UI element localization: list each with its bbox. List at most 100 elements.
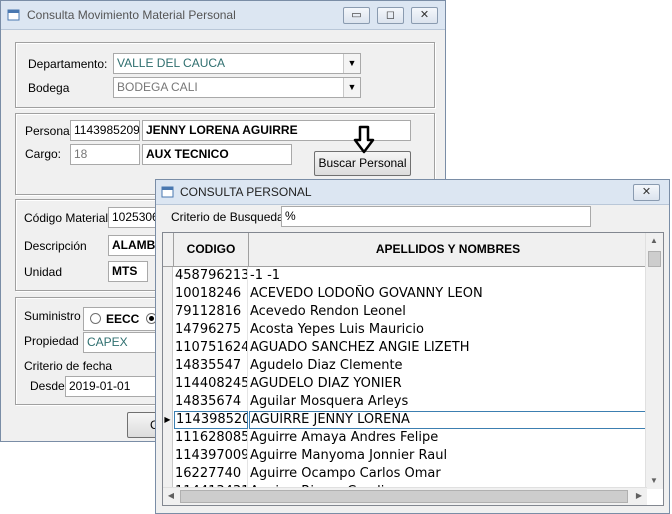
criterio-fecha-label: Criterio de fecha <box>24 359 113 373</box>
row-selector[interactable] <box>163 375 173 393</box>
column-header-codigo[interactable]: CODIGO <box>174 233 249 266</box>
cell-nombre[interactable]: AGUDELO DIAZ YONIER <box>249 375 648 393</box>
cell-nombre[interactable]: Aguirre Ocampo Carlos Omar <box>249 465 648 483</box>
chevron-down-icon[interactable]: ▼ <box>343 54 360 73</box>
row-header-corner <box>163 233 174 266</box>
cell-nombre[interactable]: AGUADO SANCHEZ ANGIE LIZETH <box>249 339 648 357</box>
current-row-indicator-icon[interactable]: ▶ <box>163 411 173 429</box>
table-row[interactable]: 111628085 Aguirre Amaya Andres Felipe <box>163 429 647 447</box>
app-icon <box>161 186 174 198</box>
bodega-label: Bodega <box>28 81 70 95</box>
propiedad-field[interactable]: CAPEX <box>83 332 163 353</box>
scroll-thumb-horizontal[interactable] <box>180 490 628 503</box>
desde-label: Desde <box>30 379 65 393</box>
cargo-code-field[interactable]: 18 <box>70 144 140 165</box>
row-selector[interactable] <box>163 339 173 357</box>
departamento-value: VALLE DEL CAUCA <box>117 56 226 70</box>
cell-codigo[interactable]: 14835547 <box>174 357 248 375</box>
cargo-label: Cargo: <box>25 147 62 161</box>
cell-codigo[interactable]: 110751624 <box>174 339 248 357</box>
close-button[interactable]: ✕ <box>633 184 660 201</box>
row-selector[interactable] <box>163 357 173 375</box>
cell-nombre[interactable]: Acevedo Rendon Leonel <box>249 303 648 321</box>
suministro-label: Suministro <box>24 309 81 323</box>
row-selector[interactable] <box>163 321 173 339</box>
cell-codigo[interactable]: 14796275 <box>174 321 248 339</box>
table-row[interactable]: 10018246 ACEVEDO LODOÑO GOVANNY LEON <box>163 285 647 303</box>
cell-codigo[interactable]: 14835674 <box>174 393 248 411</box>
bodega-select[interactable]: BODEGA CALI ▼ <box>113 77 361 98</box>
criterio-busqueda-input[interactable]: % <box>281 206 591 227</box>
cell-codigo[interactable]: 16227740 <box>174 465 248 483</box>
row-selector[interactable] <box>163 393 173 411</box>
personal-code-field[interactable]: 1143985209 <box>70 120 140 141</box>
cell-codigo[interactable]: 114408245 <box>174 375 248 393</box>
table-row[interactable]: 110751624 AGUADO SANCHEZ ANGIE LIZETH <box>163 339 647 357</box>
cell-codigo[interactable]: 111628085 <box>174 429 248 447</box>
table-row[interactable]: 114397009 Aguirre Manyoma Jonnier Raul <box>163 447 647 465</box>
cell-nombre[interactable]: Aguirre Manyoma Jonnier Raul <box>249 447 648 465</box>
window-title: CONSULTA PERSONAL <box>180 185 312 199</box>
propiedad-label: Propiedad <box>24 334 79 348</box>
cell-nombre[interactable]: Acosta Yepes Luis Mauricio <box>249 321 648 339</box>
title-bar[interactable]: CONSULTA PERSONAL ✕ <box>156 180 669 205</box>
row-selector[interactable] <box>163 429 173 447</box>
cell-nombre[interactable]: Agudelo Diaz Clemente <box>249 357 648 375</box>
cell-codigo[interactable]: 114397009 <box>174 447 248 465</box>
table-row[interactable]: 14835547 Agudelo Diaz Clemente <box>163 357 647 375</box>
cell-nombre[interactable]: Aguilar Mosquera Arleys <box>249 393 648 411</box>
arrow-down-icon <box>353 125 375 154</box>
row-selector[interactable] <box>163 267 173 285</box>
table-row[interactable]: 14835674 Aguilar Mosquera Arleys <box>163 393 647 411</box>
row-selector[interactable] <box>163 447 173 465</box>
row-selector[interactable] <box>163 285 173 303</box>
scroll-up-icon[interactable]: ▲ <box>646 233 662 249</box>
codigo-material-label: Código Material <box>24 211 109 225</box>
scroll-thumb[interactable] <box>648 251 661 267</box>
row-selector[interactable] <box>163 465 173 483</box>
cell-codigo[interactable]: 1143985209 <box>174 411 248 429</box>
descripcion-label: Descripción <box>24 239 87 253</box>
departamento-label: Departamento: <box>28 57 108 71</box>
table-row[interactable]: 14796275 Acosta Yepes Luis Mauricio <box>163 321 647 339</box>
table-row[interactable]: 16227740 Aguirre Ocampo Carlos Omar <box>163 465 647 483</box>
cell-codigo[interactable]: 458796213 <box>174 267 248 285</box>
unidad-label: Unidad <box>24 265 63 279</box>
eecc-label: EECC <box>106 312 140 326</box>
unidad-field[interactable]: MTS <box>108 261 148 282</box>
close-button[interactable]: ✕ <box>411 7 438 24</box>
cell-nombre[interactable]: ACEVEDO LODOÑO GOVANNY LEON <box>249 285 648 303</box>
chevron-down-icon[interactable]: ▼ <box>343 78 360 97</box>
personal-label: Personal <box>25 124 73 138</box>
buscar-personal-label: Buscar Personal <box>318 156 407 170</box>
departamento-select[interactable]: VALLE DEL CAUCA ▼ <box>113 53 361 74</box>
table-row[interactable]: 79112816 Acevedo Rendon Leonel <box>163 303 647 321</box>
maximize-button[interactable]: ◻ <box>377 7 404 24</box>
table-row[interactable]: 458796213 -1 -1 <box>163 267 647 285</box>
cell-codigo[interactable]: 10018246 <box>174 285 248 303</box>
ubicacion-group <box>15 42 435 108</box>
column-header-nombres[interactable]: APELLIDOS Y NOMBRES <box>249 233 647 266</box>
eecc-radio[interactable] <box>90 313 101 324</box>
table-row[interactable]: 114408245 AGUDELO DIAZ YONIER <box>163 375 647 393</box>
app-icon <box>7 9 20 21</box>
horizontal-scrollbar[interactable]: ◀ ▶ <box>163 487 647 505</box>
scroll-right-icon[interactable]: ▶ <box>631 488 647 504</box>
scroll-down-icon[interactable]: ▼ <box>646 473 662 489</box>
vertical-scrollbar[interactable]: ▲ ▼ <box>645 233 663 489</box>
desde-date-field[interactable]: 2019-01-01 <box>65 376 165 397</box>
cell-codigo[interactable]: 79112816 <box>174 303 248 321</box>
criterio-busqueda-label: Criterio de Busqueda: <box>171 210 288 224</box>
title-bar[interactable]: Consulta Movimiento Material Personal ▭ … <box>1 1 445 30</box>
scroll-left-icon[interactable]: ◀ <box>163 488 179 504</box>
cargo-name-field[interactable]: AUX TECNICO <box>142 144 292 165</box>
row-selector[interactable] <box>163 303 173 321</box>
cell-nombre[interactable]: Aguirre Amaya Andres Felipe <box>249 429 648 447</box>
cell-nombre[interactable]: -1 -1 <box>249 267 648 285</box>
minimize-button[interactable]: ▭ <box>343 7 370 24</box>
personal-grid[interactable]: CODIGO APELLIDOS Y NOMBRES 458796213 -1 -… <box>162 232 664 506</box>
bodega-value: BODEGA CALI <box>117 80 198 94</box>
cell-nombre[interactable]: AGUIRRE JENNY LORENA <box>249 411 647 429</box>
grid-header: CODIGO APELLIDOS Y NOMBRES <box>163 233 647 267</box>
table-row[interactable]: ▶1143985209AGUIRRE JENNY LORENA <box>163 411 647 429</box>
